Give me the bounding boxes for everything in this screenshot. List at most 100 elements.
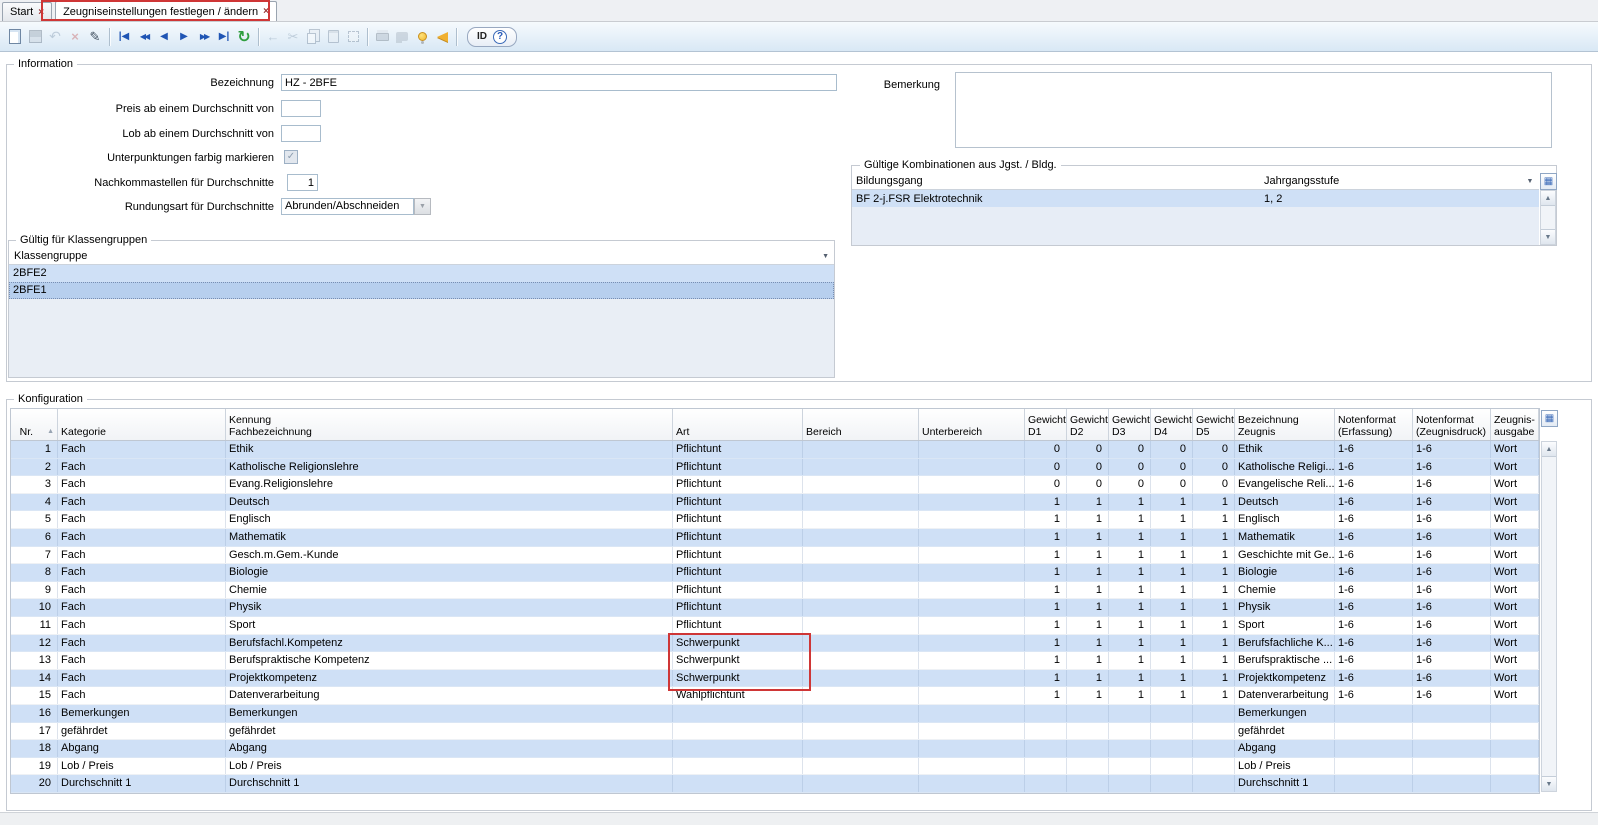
edit-icon[interactable]: ✎ [85, 27, 105, 47]
table-row[interactable]: 15FachDatenverarbeitungWahlpflichtunt111… [11, 687, 1539, 705]
list-item-klassengruppe[interactable]: 2BFE1 [9, 282, 834, 299]
cell-art: Schwerpunkt [673, 670, 803, 687]
megaphone-icon[interactable] [432, 27, 452, 47]
paste-icon[interactable] [323, 27, 343, 47]
nav-fast-back-icon[interactable]: ◀◀ [134, 27, 154, 47]
column-header-bezeichnung-zeugnis[interactable]: BezeichnungZeugnis [1235, 409, 1335, 440]
delete-icon[interactable]: × [65, 27, 85, 47]
column-header-gewicht-d5[interactable]: GewichtD5 [1193, 409, 1235, 440]
nav-last-icon[interactable]: ▶| [214, 27, 234, 47]
table-row[interactable]: 6FachMathematikPflichtunt11111Mathematik… [11, 529, 1539, 547]
cell-notenformat-zeugnisdruck: 1-6 [1413, 547, 1491, 564]
rundungsart-dropdown-icon[interactable]: ▼ [414, 198, 431, 215]
table-row[interactable]: 5FachEnglischPflichtunt11111Englisch1-61… [11, 511, 1539, 529]
table-row[interactable]: 13FachBerufspraktische KompetenzSchwerpu… [11, 652, 1539, 670]
paste-special-icon[interactable] [343, 27, 363, 47]
nav-first-icon[interactable]: |◀ [114, 27, 134, 47]
table-row[interactable]: 3FachEvang.ReligionslehrePflichtunt00000… [11, 476, 1539, 494]
rundungsart-combobox[interactable]: Abrunden/Abschneiden [281, 198, 414, 215]
table-row[interactable]: 16BemerkungenBemerkungenBemerkungen [11, 705, 1539, 723]
column-header-notenformat-zeugnisdruck[interactable]: Notenformat(Zeugnisdruck) [1413, 409, 1491, 440]
cell-zeugnisausgabe: Wort [1491, 441, 1539, 458]
cell-gewicht-d3: 0 [1109, 441, 1151, 458]
list-item-klassengruppe[interactable]: 2BFE2 [9, 265, 834, 282]
table-row[interactable]: 12FachBerufsfachl.KompetenzSchwerpunkt11… [11, 635, 1539, 653]
kombinationen-column-config-button[interactable]: ▦ [1540, 173, 1557, 190]
table-row[interactable]: 20Durchschnitt 1Durchschnitt 1Durchschni… [11, 775, 1539, 793]
table-row[interactable]: 1FachEthikPflichtunt00000Ethik1-61-6Wort [11, 441, 1539, 459]
nav-forward-icon[interactable]: ▶ [174, 27, 194, 47]
column-header-bildungsgang[interactable]: Bildungsgang [852, 175, 1262, 187]
konfiguration-column-config-button[interactable]: ▦ [1541, 410, 1558, 427]
table-row[interactable]: 10FachPhysikPflichtunt11111Physik1-61-6W… [11, 599, 1539, 617]
help-icon[interactable]: ? [493, 30, 507, 44]
cell-gewicht-d2: 0 [1067, 441, 1109, 458]
column-header-notenformat-erfassung[interactable]: Notenformat(Erfassung) [1335, 409, 1413, 440]
save-icon[interactable] [25, 27, 45, 47]
cell-gewicht-d5: 1 [1193, 635, 1235, 652]
nachkommastellen-input[interactable] [287, 174, 318, 191]
bemerkung-textarea[interactable] [955, 72, 1552, 148]
table-row[interactable]: 8FachBiologiePflichtunt11111Biologie1-61… [11, 564, 1539, 582]
column-header-klassengruppe[interactable]: Klassengruppe [14, 250, 87, 262]
id-button[interactable]: ID [477, 31, 487, 42]
refresh-icon[interactable]: ↻ [234, 27, 254, 47]
table-row[interactable]: 17gefährdetgefährdetgefährdet [11, 723, 1539, 741]
comment-icon[interactable] [392, 27, 412, 47]
table-row[interactable]: 4FachDeutschPflichtunt11111Deutsch1-61-6… [11, 494, 1539, 512]
column-header-kategorie[interactable]: Kategorie [58, 409, 226, 440]
cell-gewicht-d1: 1 [1025, 652, 1067, 669]
preis-input[interactable] [281, 100, 321, 117]
column-header-bereich[interactable]: Bereich [803, 409, 919, 440]
tab-start-close-icon[interactable]: × [38, 7, 44, 18]
cell-nr: 13 [11, 652, 58, 669]
cell-nr: 2 [11, 459, 58, 476]
column-header-gewicht-d1[interactable]: GewichtD1 [1025, 409, 1067, 440]
tab-zeugniseinstellungen[interactable]: Zeugniseinstellungen festlegen / ändern … [55, 1, 277, 21]
table-row[interactable]: 7FachGesch.m.Gem.-KundePflichtunt11111Ge… [11, 547, 1539, 565]
table-row[interactable]: 14FachProjektkompetenzSchwerpunkt11111Pr… [11, 670, 1539, 688]
cut-icon[interactable]: ✂ [283, 27, 303, 47]
scroll-up-icon[interactable]: ▲ [1542, 442, 1556, 457]
header-dropdown-icon[interactable]: ▼ [822, 253, 829, 260]
cell-gewicht-d1: 1 [1025, 564, 1067, 581]
tab-start[interactable]: Start × [2, 2, 52, 21]
table-row[interactable]: 11FachSportPflichtunt11111Sport1-61-6Wor… [11, 617, 1539, 635]
undo-icon[interactable]: ↶ [45, 27, 65, 47]
column-header-unterbereich[interactable]: Unterbereich [919, 409, 1025, 440]
cell-gewicht-d3: 1 [1109, 635, 1151, 652]
table-row[interactable]: 19Lob / PreisLob / PreisLob / Preis [11, 758, 1539, 776]
column-header-kennung[interactable]: KennungFachbezeichnung [226, 409, 673, 440]
nav-back-icon[interactable]: ◀ [154, 27, 174, 47]
kombinationen-scrollbar[interactable]: ▲ ▼ [1540, 190, 1556, 245]
horizontal-scrollbar[interactable] [0, 812, 1598, 825]
lightbulb-icon[interactable] [412, 27, 432, 47]
navigate-back-arrow-icon[interactable]: ← [263, 27, 283, 47]
column-header-nr[interactable]: Nr.▲ [11, 409, 58, 440]
scroll-up-icon[interactable]: ▲ [1541, 191, 1555, 206]
lob-input[interactable] [281, 125, 321, 142]
klassengruppen-header[interactable]: Klassengruppe ▼ [9, 248, 834, 265]
tab-zeugniseinstellungen-close-icon[interactable]: × [263, 6, 269, 17]
column-header-jahrgangsstufe[interactable]: Jahrgangsstufe [1262, 175, 1521, 187]
table-row[interactable]: 2FachKatholische ReligionslehrePflichtun… [11, 459, 1539, 477]
copy-icon[interactable] [303, 27, 323, 47]
scroll-down-icon[interactable]: ▼ [1542, 776, 1556, 791]
table-row[interactable]: 18AbgangAbgangAbgang [11, 740, 1539, 758]
nav-fast-forward-icon[interactable]: ▶▶ [194, 27, 214, 47]
column-header-gewicht-d2[interactable]: GewichtD2 [1067, 409, 1109, 440]
konfiguration-scrollbar[interactable]: ▲ ▼ [1541, 441, 1557, 792]
cell-art [673, 740, 803, 757]
column-header-art[interactable]: Art [673, 409, 803, 440]
column-header-gewicht-d3[interactable]: GewichtD3 [1109, 409, 1151, 440]
table-row[interactable]: 9FachChemiePflichtunt11111Chemie1-61-6Wo… [11, 582, 1539, 600]
column-header-zeugnisausgabe[interactable]: Zeugnis-ausgabe [1491, 409, 1539, 440]
scroll-down-icon[interactable]: ▼ [1541, 229, 1555, 244]
print-icon[interactable] [372, 27, 392, 47]
cell-kennung: Evang.Religionslehre [226, 476, 673, 493]
new-document-icon[interactable] [5, 27, 25, 47]
column-header-gewicht-d4[interactable]: GewichtD4 [1151, 409, 1193, 440]
unterpunktungen-checkbox[interactable]: ✓ [284, 150, 298, 164]
table-row[interactable]: BF 2-j.FSR Elektrotechnik1, 2 [852, 190, 1539, 207]
header-dropdown-icon[interactable]: ▼ [1521, 178, 1539, 185]
